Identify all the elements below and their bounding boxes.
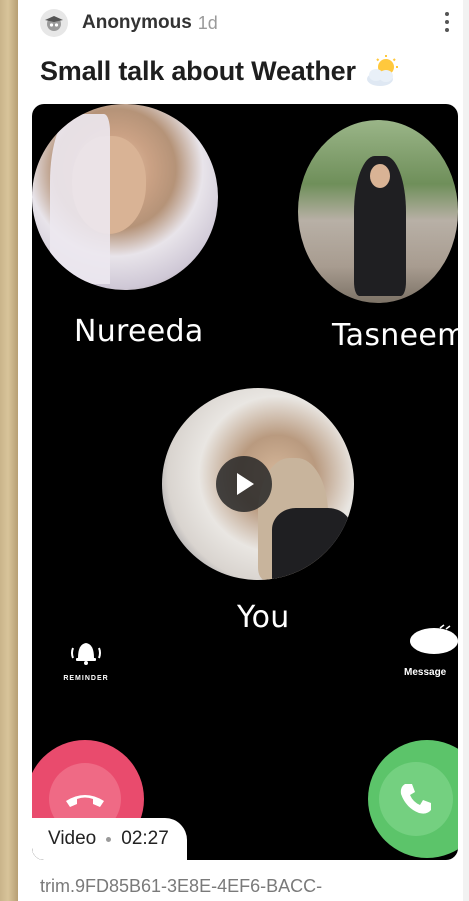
separator-dot [106, 836, 112, 842]
reminder-label: REMINDER [63, 675, 109, 682]
participant-name-nureeda: Nureeda [74, 314, 204, 349]
participant-name-tasneem: Tasneem [332, 318, 458, 353]
left-decorative-strip [0, 0, 18, 901]
participant-name-you: You [237, 600, 290, 635]
accept-call-button [368, 740, 458, 858]
message-control: Message [404, 624, 458, 678]
more-options-button[interactable] [439, 8, 455, 36]
video-duration: 02:27 [121, 828, 169, 849]
sun-behind-cloud-icon [366, 55, 398, 86]
participant-photo-tasneem [298, 120, 458, 303]
reminder-control: REMINDER [58, 636, 114, 682]
participant-photo-nureeda [32, 104, 218, 290]
play-button[interactable] [216, 456, 272, 512]
right-edge [463, 0, 469, 901]
message-bubble-icon [410, 624, 458, 654]
video-type-label: Video [48, 828, 97, 849]
post-title[interactable]: Small talk about Weather [40, 54, 402, 88]
post-age: 1d [197, 12, 218, 33]
play-icon [237, 473, 254, 495]
video-duration-badge: Video 02:27 [32, 818, 187, 860]
video-player[interactable]: Nureeda Tasneem You REMINDER Message Vid… [32, 104, 458, 860]
post-header: Anonymous 1d [40, 8, 218, 38]
author-name[interactable]: Anonymous [82, 12, 192, 34]
phone-icon [400, 784, 431, 814]
attachment-file-name[interactable]: trim.9FD85B61-3E8E-4EF6-BACC- [40, 876, 322, 897]
message-label: Message [404, 667, 447, 678]
hang-up-icon [66, 795, 104, 807]
post-title-text: Small talk about Weather [40, 55, 356, 86]
bell-icon [71, 643, 101, 665]
anonymous-avatar-icon[interactable] [40, 9, 68, 37]
